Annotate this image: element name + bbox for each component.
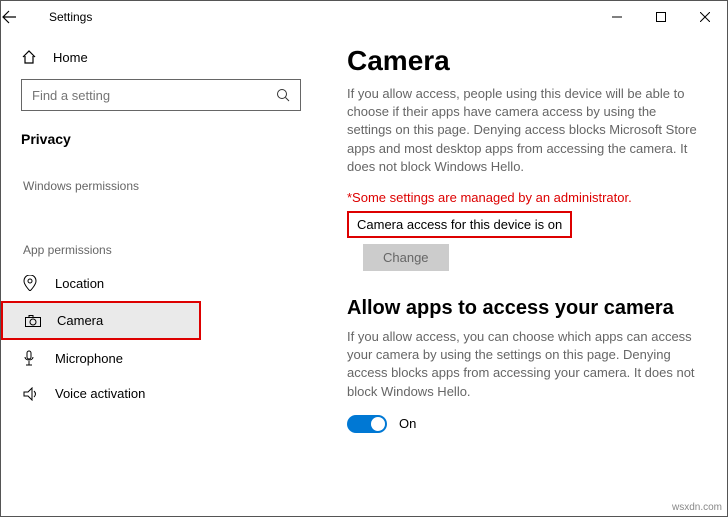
nav-location-label: Location <box>55 276 104 291</box>
nav-voice-activation[interactable]: Voice activation <box>1 376 321 411</box>
section-windows-permissions: Windows permissions <box>1 167 321 201</box>
back-arrow-icon <box>1 9 17 25</box>
content-pane: Camera If you allow access, people using… <box>321 33 727 516</box>
page-description: If you allow access, people using this d… <box>347 85 701 176</box>
attribution: wsxdn.com <box>672 502 722 513</box>
search-input[interactable] <box>32 88 276 103</box>
nav-microphone-label: Microphone <box>55 351 123 366</box>
nav-location[interactable]: Location <box>1 265 321 301</box>
device-access-status: Camera access for this device is on <box>347 211 572 238</box>
toggle-label: On <box>399 416 416 431</box>
camera-icon <box>25 315 43 327</box>
nav-camera[interactable]: Camera <box>1 301 201 340</box>
change-button[interactable]: Change <box>363 244 449 271</box>
maximize-icon <box>656 12 666 22</box>
voice-icon <box>23 387 41 401</box>
titlebar: Settings <box>1 1 727 33</box>
home-icon <box>21 49 39 65</box>
sidebar: Home Privacy Windows permissions App per… <box>1 33 321 516</box>
page-heading: Camera <box>347 45 701 77</box>
close-icon <box>700 12 710 22</box>
home-nav[interactable]: Home <box>1 43 321 79</box>
back-button[interactable] <box>1 9 45 25</box>
admin-note: *Some settings are managed by an adminis… <box>347 190 701 205</box>
search-box[interactable] <box>21 79 301 111</box>
maximize-button[interactable] <box>639 1 683 33</box>
apps-heading: Allow apps to access your camera <box>347 297 701 320</box>
location-icon <box>23 275 41 291</box>
microphone-icon <box>23 350 41 366</box>
nav-camera-label: Camera <box>57 313 103 328</box>
home-label: Home <box>53 50 88 65</box>
nav-microphone[interactable]: Microphone <box>1 340 321 376</box>
minimize-button[interactable] <box>595 1 639 33</box>
search-icon <box>276 88 290 102</box>
nav-voice-label: Voice activation <box>55 386 145 401</box>
close-button[interactable] <box>683 1 727 33</box>
window-controls <box>595 1 727 33</box>
apps-description: If you allow access, you can choose whic… <box>347 328 701 401</box>
category-title: Privacy <box>1 127 321 167</box>
apps-access-toggle[interactable] <box>347 415 387 433</box>
section-app-permissions: App permissions <box>1 231 321 265</box>
minimize-icon <box>612 12 622 22</box>
toggle-knob <box>371 417 385 431</box>
window-title: Settings <box>45 10 595 24</box>
